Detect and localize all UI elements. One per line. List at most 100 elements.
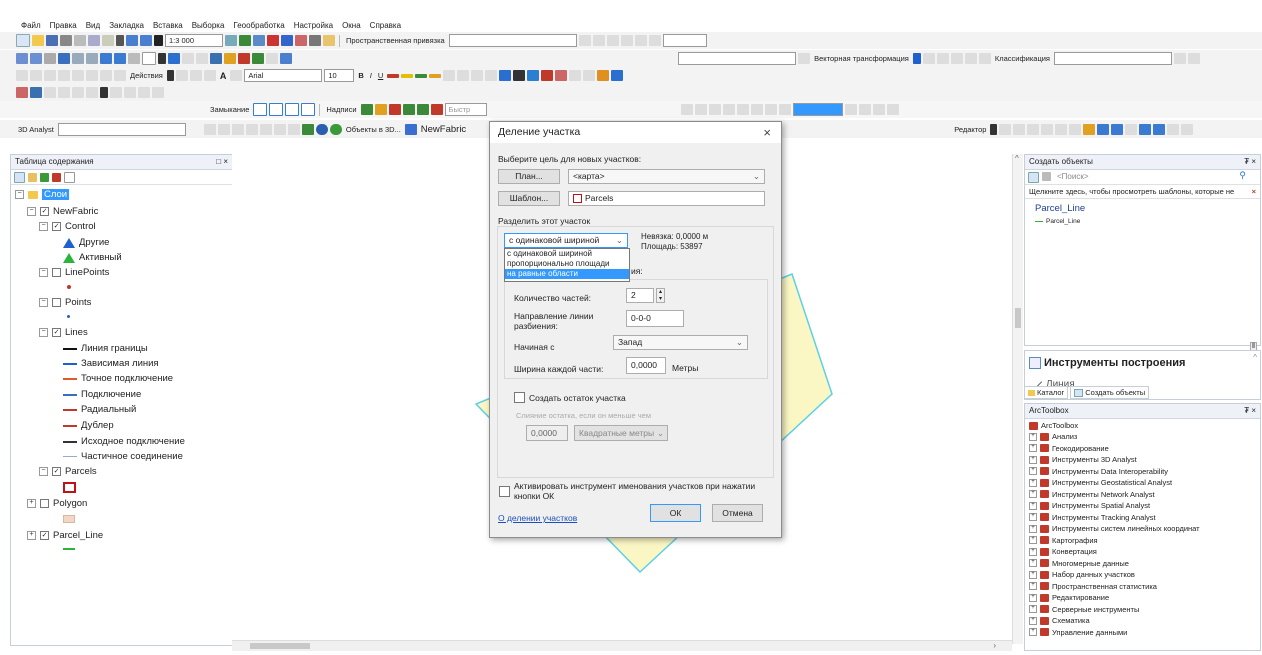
fill-color-icon[interactable] [401, 73, 414, 78]
attributes-icon[interactable] [1139, 123, 1152, 135]
parcel-join-icon[interactable] [58, 87, 70, 98]
scrollbar-thumb[interactable] [1015, 308, 1021, 328]
vt-table-icon[interactable] [964, 53, 977, 64]
toolbox-item[interactable]: + Пространственная статистика [1029, 582, 1157, 591]
draw-tool-icon[interactable] [16, 70, 28, 81]
measure-links-icon[interactable] [620, 35, 633, 46]
actions-menu[interactable]: Действия [128, 71, 165, 80]
3d-analyst-menu[interactable]: 3D Analyst [16, 125, 56, 134]
italic-button[interactable]: I [368, 71, 374, 80]
identify-icon[interactable] [168, 53, 180, 64]
toolbox-item[interactable]: + Многомерные данные [1029, 559, 1129, 568]
list-by-selection-icon[interactable] [52, 172, 61, 182]
raster-icon[interactable] [555, 70, 568, 81]
undo-icon[interactable] [126, 35, 138, 46]
clear-selection-icon[interactable] [142, 52, 156, 65]
template-search-input[interactable]: <Поиск> [1057, 172, 1089, 181]
edit-annotation-icon[interactable] [999, 123, 1012, 135]
toolbox-item[interactable]: + Схематика [1029, 616, 1090, 625]
print-icon[interactable] [60, 35, 72, 46]
measure-icon[interactable] [210, 53, 222, 64]
classification-combo[interactable] [1054, 52, 1172, 65]
collapse-icon[interactable]: − [39, 268, 48, 277]
visibility-checkbox[interactable] [52, 268, 61, 277]
parcel-options-icon[interactable] [152, 87, 164, 98]
template-button[interactable]: Шаблон... [498, 191, 560, 206]
html-popup-icon[interactable] [196, 53, 208, 64]
adjust-tool-icon[interactable] [578, 35, 591, 46]
menu-file[interactable]: Файл [21, 21, 41, 30]
edit-tool-icon[interactable] [990, 123, 998, 135]
parcel-tool-icon[interactable] [16, 87, 28, 98]
menu-bookmarks[interactable]: Закладка [109, 21, 144, 30]
arcglobe-icon[interactable] [315, 123, 328, 135]
parcel-info-icon[interactable] [110, 87, 122, 98]
tin-layer-combo[interactable] [792, 103, 843, 116]
toolbox-item[interactable]: + Инструменты Tracking Analyst [1029, 513, 1156, 522]
toc-close-button[interactable]: □ × [216, 155, 228, 169]
spatial-adjustment-menu[interactable]: Пространственная привязка [344, 36, 447, 45]
toc-item-points[interactable]: − Points [39, 297, 91, 308]
3d-interpolate-icon[interactable] [259, 123, 272, 135]
toolbox-item[interactable]: + Инструменты Geostatistical Analyst [1029, 478, 1172, 487]
edit-vertices-icon[interactable] [230, 70, 243, 81]
dialog-close-button[interactable]: × [763, 122, 771, 143]
tab-create-features[interactable]: Создать объекты [1070, 386, 1150, 399]
scroll-up-icon[interactable]: ^ [1253, 353, 1257, 362]
open-folder-icon[interactable] [32, 35, 44, 46]
trace-icon[interactable] [1041, 123, 1054, 135]
link-table-icon[interactable] [634, 35, 647, 46]
zoom-in-icon[interactable] [16, 53, 28, 64]
label-view-icon[interactable] [430, 104, 443, 115]
line-color-icon[interactable] [415, 73, 428, 78]
expand-icon[interactable]: + [1029, 559, 1037, 567]
split-method-dropdown[interactable]: с одинаковой шириной пропорционально пло… [504, 248, 630, 282]
rotate-icon[interactable] [175, 70, 188, 81]
filter-icon[interactable] [1042, 172, 1051, 181]
draw-text-icon[interactable] [44, 70, 56, 81]
create-viewer-icon[interactable] [280, 53, 292, 64]
draw-point-icon[interactable] [72, 70, 84, 81]
toc-item-newfabric[interactable]: − ✓ NewFabric [27, 206, 98, 217]
expand-icon[interactable]: + [1029, 582, 1037, 590]
find-icon[interactable] [224, 53, 236, 64]
visibility-checkbox[interactable] [40, 499, 49, 508]
list-by-source-icon[interactable] [28, 172, 37, 182]
toc-item-lines[interactable]: − ✓ Lines [39, 327, 88, 338]
find-route-icon[interactable] [238, 53, 250, 64]
layout-icon[interactable] [569, 70, 582, 81]
editor-toolbar-icon[interactable] [225, 35, 237, 46]
editor-menu[interactable]: Редактор [952, 125, 988, 134]
tin-delete-icon[interactable] [736, 104, 749, 115]
scroll-up-icon[interactable]: ^ [1015, 154, 1019, 163]
arctoolbox-pin-close[interactable]: ₮ × [1244, 404, 1256, 418]
classification-stats-icon[interactable] [1188, 53, 1200, 64]
toc-options-icon[interactable] [64, 171, 75, 183]
width-field[interactable]: 0,0000 [626, 357, 666, 374]
toolbox-item[interactable]: + Управление данными [1029, 628, 1127, 637]
snap-end-icon[interactable] [471, 70, 484, 81]
python-icon[interactable] [309, 35, 321, 46]
catalog-icon[interactable] [253, 35, 265, 46]
snap-edge-icon[interactable] [499, 70, 512, 81]
parcel-split-icon[interactable] [72, 87, 84, 98]
vt-tool-icon[interactable] [798, 53, 811, 64]
toolbox-item[interactable]: + Инструменты 3D Analyst [1029, 455, 1137, 464]
rectangle-icon[interactable] [203, 70, 216, 81]
edit-vertex-icon[interactable] [1069, 123, 1082, 135]
menu-windows[interactable]: Окна [342, 21, 361, 30]
font-color-icon[interactable] [387, 73, 400, 78]
font-size-combo[interactable]: 10 [324, 69, 355, 82]
3d-layer-combo[interactable] [57, 122, 186, 136]
hint-text[interactable]: Щелкните здесь, чтобы просмотреть шаблон… [1029, 187, 1234, 196]
vt-link-icon[interactable] [922, 53, 935, 64]
closure-grid-icon[interactable] [269, 103, 284, 116]
scrollbar-thumb[interactable] [250, 643, 310, 649]
create-features-icon[interactable] [1167, 123, 1180, 135]
toolbox-item[interactable]: + Инструменты Network Analyst [1029, 490, 1155, 499]
remainder-checkbox-row[interactable]: Создать остаток участка [514, 392, 626, 403]
3d-line-sight-icon[interactable] [231, 123, 244, 135]
objects-3d-icon[interactable] [329, 123, 342, 135]
toolbox-item[interactable]: + Инструменты Data Interoperability [1029, 467, 1168, 476]
forward-extent-icon[interactable] [114, 53, 126, 64]
